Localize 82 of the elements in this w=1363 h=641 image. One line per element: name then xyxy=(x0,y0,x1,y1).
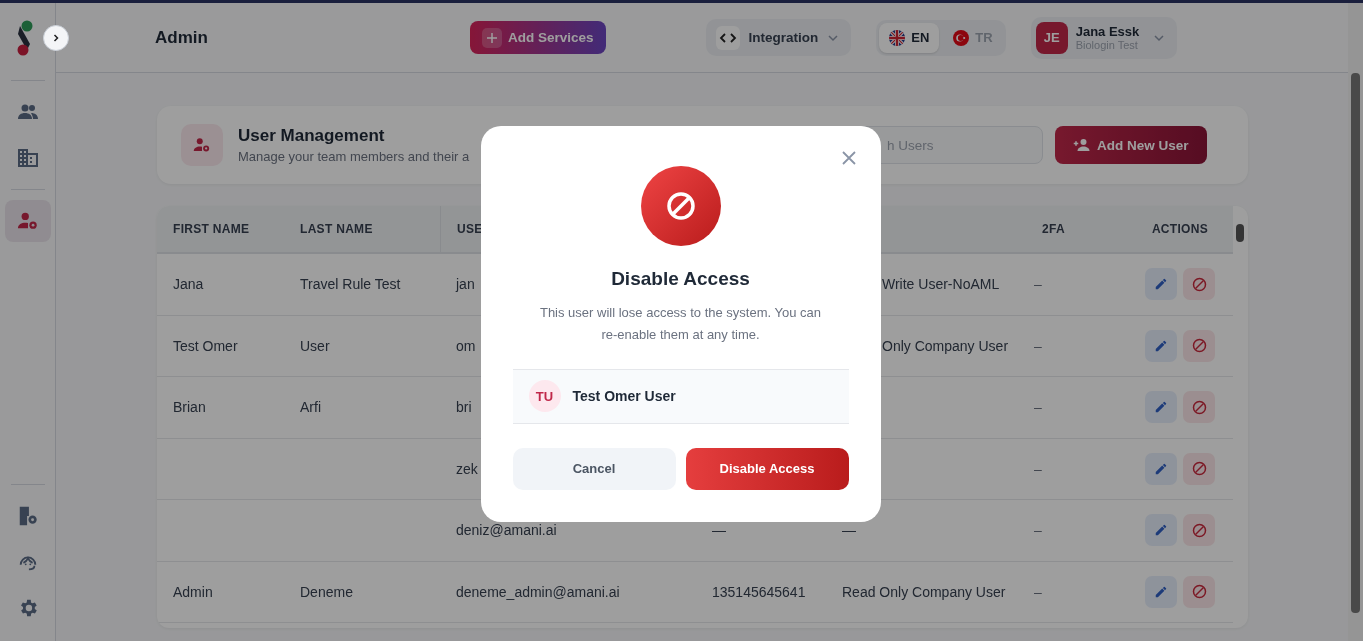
ban-icon xyxy=(1191,276,1207,292)
dialog-message: This user will lose access to the system. You can re-enable them at any time. xyxy=(538,303,823,344)
table-cell: — xyxy=(842,522,856,539)
table-cell: zek xyxy=(456,460,478,477)
page-title: Admin xyxy=(155,27,209,48)
table-cell: Deneme xyxy=(300,583,353,600)
edit-button[interactable] xyxy=(1145,329,1177,362)
table-cell: bri xyxy=(456,399,472,416)
pencil-icon xyxy=(1154,584,1168,599)
column-header: LAST NAME xyxy=(299,221,374,238)
dialog-title: Disable Access xyxy=(611,267,750,290)
table-cell: Brian xyxy=(173,399,206,416)
disable-access-button[interactable]: Disable Access xyxy=(685,447,849,490)
table-cell: Travel Rule Test xyxy=(300,276,401,293)
table-cell: – xyxy=(1034,460,1042,477)
edit-button[interactable] xyxy=(1145,452,1177,485)
close-icon xyxy=(840,149,857,166)
user-name: Test Omer User xyxy=(572,388,676,404)
disable-button[interactable] xyxy=(1183,268,1215,301)
table-cell: Only Company User xyxy=(882,337,1009,354)
table-cell: – xyxy=(1034,583,1042,600)
turkey-flag-icon xyxy=(953,29,970,46)
disable-button[interactable] xyxy=(1183,391,1215,424)
uk-flag-icon xyxy=(889,29,906,46)
column-header: ACTIONS xyxy=(1150,221,1209,238)
pencil-icon xyxy=(1154,277,1168,292)
table-cell: Test Omer xyxy=(173,337,238,354)
scrollbar[interactable] xyxy=(1348,3,1363,641)
disable-button[interactable] xyxy=(1183,452,1215,485)
pencil-icon xyxy=(1154,338,1168,353)
table-cell: Admin xyxy=(173,583,213,600)
user-avatar: TU xyxy=(528,380,561,412)
table-cell: 135145645641 xyxy=(712,583,806,600)
table-cell: – xyxy=(1034,276,1042,293)
table-cell: – xyxy=(1034,399,1042,416)
expand-button[interactable] xyxy=(42,25,69,51)
section-title: User Management xyxy=(238,126,385,146)
ban-icon xyxy=(1191,584,1207,600)
building-icon xyxy=(15,146,40,170)
pencil-icon xyxy=(1154,461,1168,476)
table-cell: om xyxy=(456,337,476,354)
cancel-button[interactable]: Cancel xyxy=(512,447,676,490)
ban-icon xyxy=(1191,399,1207,415)
table-cell: Arfi xyxy=(300,399,321,416)
add-user-icon xyxy=(1073,136,1091,154)
table-cell: deniz@amani.ai xyxy=(456,522,557,539)
table-cell: jan xyxy=(456,276,475,293)
table-cell: User xyxy=(300,337,330,354)
user-gear-icon xyxy=(181,124,223,166)
table-cell: Jana xyxy=(173,276,204,293)
table-cell: — xyxy=(712,522,726,539)
edit-button[interactable] xyxy=(1145,514,1177,547)
table-cell: – xyxy=(1034,522,1042,539)
add-services-button[interactable]: Add Services xyxy=(470,21,606,54)
ban-icon xyxy=(1191,461,1207,477)
ban-icon xyxy=(1191,338,1207,354)
ban-icon xyxy=(1191,522,1207,538)
add-user-button[interactable]: Add New User xyxy=(1055,126,1207,164)
column-header: FIRST NAME xyxy=(172,221,251,238)
table-cell: Read Only Company User xyxy=(842,583,1006,600)
column-header: 2FA xyxy=(1041,221,1066,238)
user-avatar: JE xyxy=(1035,21,1068,54)
user-gear-icon xyxy=(16,210,39,232)
edit-button[interactable] xyxy=(1145,391,1177,424)
ban-icon xyxy=(640,165,721,246)
pencil-icon xyxy=(1154,400,1168,415)
table-cell: Write User-NoAML xyxy=(882,276,1000,293)
close-button[interactable] xyxy=(840,149,857,166)
integration-dropdown[interactable]: Integration xyxy=(705,19,852,56)
language-option[interactable]: EN xyxy=(879,22,940,53)
edit-button[interactable] xyxy=(1145,268,1177,301)
user-name: Jana Essk xyxy=(1075,24,1140,39)
edit-button[interactable] xyxy=(1145,575,1177,608)
disable-button[interactable] xyxy=(1183,575,1215,608)
section-subtitle: Manage your team members and their a xyxy=(238,149,470,164)
code-icon xyxy=(715,25,740,50)
table-cell: – xyxy=(1034,337,1042,354)
disable-button[interactable] xyxy=(1183,329,1215,362)
disable-button[interactable] xyxy=(1183,514,1215,547)
pencil-icon xyxy=(1154,523,1168,538)
table-cell: deneme_admin@amani.ai xyxy=(456,583,620,600)
sidebar-item[interactable] xyxy=(4,200,51,242)
